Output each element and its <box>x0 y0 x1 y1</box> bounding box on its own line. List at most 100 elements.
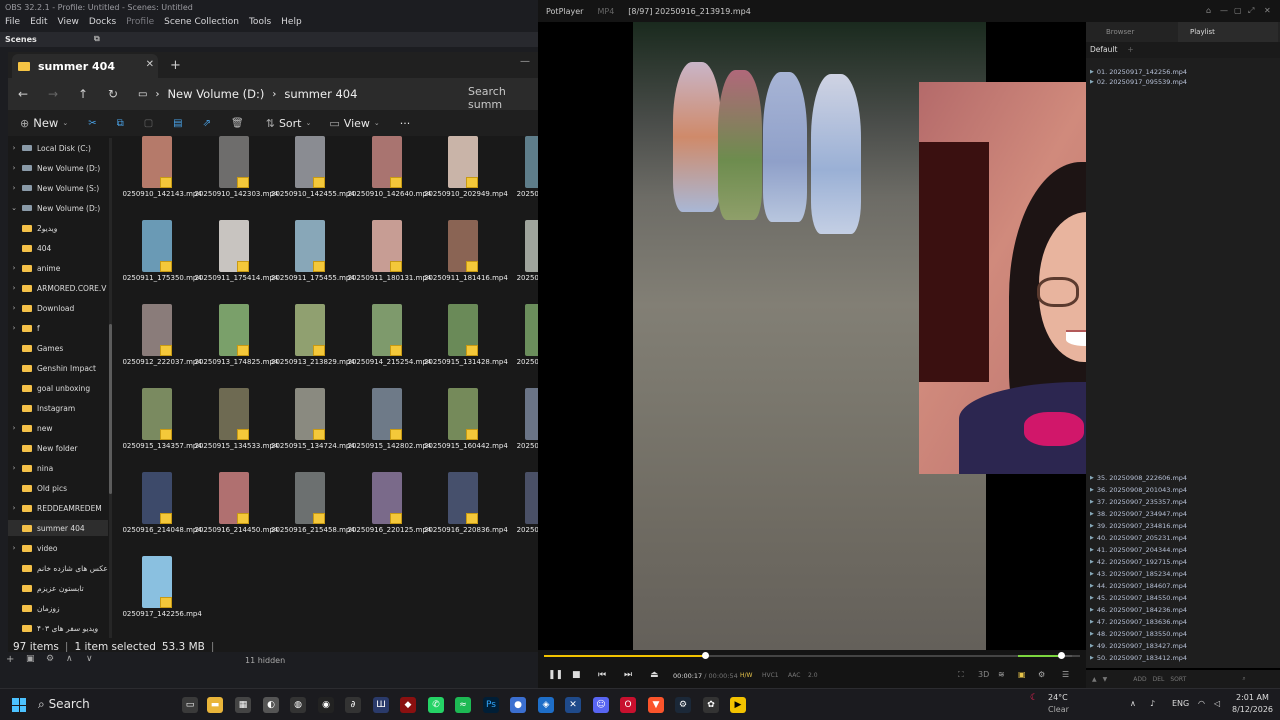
file-explorer-icon[interactable]: ▬ <box>207 697 223 713</box>
task-view-icon[interactable]: ▭ <box>182 697 198 713</box>
breadcrumb-drive[interactable]: New Volume (D:) <box>167 87 264 101</box>
nav-item[interactable]: › REDDEAMREDEM <box>8 500 108 516</box>
file-item[interactable]: 20250917_142256.mp4 <box>122 556 202 638</box>
audio-channels-badge[interactable]: 2.0 <box>808 672 818 679</box>
menu-icon[interactable]: ☰ <box>1062 670 1069 679</box>
chevron-right-icon[interactable]: › <box>8 304 20 312</box>
close-icon[interactable]: ✕ <box>1264 6 1271 15</box>
windows-start-icon[interactable] <box>12 698 26 712</box>
file-item[interactable]: 20250910_202949.mp4 <box>424 136 508 218</box>
app-icon[interactable]: ◍ <box>290 697 306 713</box>
previous-icon[interactable]: ⏮ <box>598 670 606 680</box>
whatsapp-icon[interactable]: ✆ <box>428 697 444 713</box>
file-item[interactable]: 20250916_220125.mp4 <box>348 472 431 554</box>
file-item[interactable]: 20250915_131428.mp4 <box>424 304 508 386</box>
playlist-item[interactable]: ▶ 42. 20250907_192715.mp4 <box>1086 556 1280 568</box>
volume-icon[interactable]: ◁ <box>1214 699 1220 708</box>
hw-decode-badge[interactable]: H/W <box>740 672 752 679</box>
search-icon[interactable]: ⌕ <box>1242 675 1245 683</box>
file-item[interactable]: 20250915_134533.mp4 <box>195 388 278 470</box>
playlist-item[interactable]: ▶ 50. 20250907_183412.mp4 <box>1086 652 1280 664</box>
file-item[interactable]: 20250910_142143.mp4 <box>122 136 202 218</box>
share-icon[interactable]: ⇗ <box>203 118 211 129</box>
playlist-item[interactable]: ▶ 40. 20250907_205231.mp4 <box>1086 532 1280 544</box>
audio-codec-badge[interactable]: AAC <box>788 672 800 679</box>
menu-view[interactable]: View <box>58 17 79 32</box>
chevron-right-icon[interactable]: › <box>8 504 20 512</box>
language-indicator[interactable]: ENG <box>1172 699 1189 708</box>
file-item[interactable]: 20250910_4. <box>505 136 540 218</box>
tab-browser[interactable]: Browser <box>1106 28 1134 36</box>
file-item[interactable]: 20250911_175414.mp4 <box>195 220 278 302</box>
weather-temp[interactable]: 24°C <box>1048 693 1068 702</box>
playlist-item[interactable]: ▶ 38. 20250907_234947.mp4 <box>1086 508 1280 520</box>
nav-item[interactable]: › anime <box>8 260 108 276</box>
fullscreen-icon[interactable]: ⤢ <box>1248 6 1254 16</box>
sort-button[interactable]: ⇅ Sort ⌄ <box>266 117 312 130</box>
clock-date[interactable]: 8/12/2026 <box>1232 705 1273 714</box>
playlist-item[interactable]: ▶ 39. 20250907_234816.mp4 <box>1086 520 1280 532</box>
file-item[interactable]: 20250914_215254.mp4 <box>348 304 431 386</box>
nav-item[interactable]: ⌄ New Volume (D:) <box>8 200 108 216</box>
playlist-up-icon[interactable]: ▲ <box>1092 676 1097 683</box>
app-icon[interactable]: ∂ <box>345 697 361 713</box>
nav-item[interactable]: 404 <box>8 240 108 256</box>
spotify-icon[interactable]: ≈ <box>455 697 471 713</box>
file-item[interactable]: 20250915_134724.mp4 <box>271 388 355 470</box>
nav-item[interactable]: › new <box>8 420 108 436</box>
playlist-item[interactable]: ▶ 46. 20250907_184236.mp4 <box>1086 604 1280 616</box>
app-icon[interactable]: ◈ <box>538 697 554 713</box>
menu-scene-collection[interactable]: Scene Collection <box>164 17 239 32</box>
playlist-item[interactable]: ▶ 02. 20250917_095539.mp4 <box>1086 76 1280 88</box>
capture-icon[interactable]: ▣ <box>1018 670 1026 679</box>
chevron-right-icon[interactable]: › <box>8 544 20 552</box>
opera-icon[interactable]: O <box>620 697 636 713</box>
file-item[interactable]: 20250916_215458.mp4 <box>271 472 355 554</box>
file-item[interactable]: 20250915_160442.mp4 <box>424 388 508 470</box>
nav-item[interactable]: Old pics <box>8 480 108 496</box>
file-item[interactable]: 20250911_175350.mp4 <box>122 220 202 302</box>
file-item[interactable]: 20250915_9. <box>505 304 540 386</box>
mic-icon[interactable]: ♪ <box>1150 699 1155 708</box>
nav-item[interactable]: ویدیو2 <box>8 220 108 236</box>
nav-item[interactable]: › ARMORED.CORE.V <box>8 280 108 296</box>
playlist-item[interactable]: ▶ 35. 20250908_222606.mp4 <box>1086 472 1280 484</box>
nav-item[interactable]: › New Volume (D:) <box>8 160 108 176</box>
nav-item[interactable]: › Download <box>8 300 108 316</box>
nav-item[interactable]: New folder <box>8 440 108 456</box>
nav-item[interactable]: ویدیو سفر های ۴۰۳ <box>8 620 108 636</box>
menu-help[interactable]: Help <box>281 17 302 32</box>
weather-icon[interactable]: ☾ <box>1030 693 1038 703</box>
playlist-item[interactable]: ▶ 44. 20250907_184607.mp4 <box>1086 580 1280 592</box>
nav-item[interactable]: Genshin Impact <box>8 360 108 376</box>
rename-icon[interactable]: ▤ <box>173 118 182 129</box>
playlist-item[interactable]: ▶ 37. 20250907_235357.mp4 <box>1086 496 1280 508</box>
minimize-icon[interactable]: — <box>1220 6 1228 15</box>
remove-scene-icon[interactable]: ▣ <box>26 654 35 664</box>
playlist-default-tab[interactable]: Default + <box>1086 42 1280 58</box>
volume-handle[interactable] <box>1058 652 1066 659</box>
next-icon[interactable]: ⏭ <box>624 670 632 680</box>
nav-item[interactable]: goal unboxing <box>8 380 108 396</box>
nav-item[interactable]: › f <box>8 320 108 336</box>
menu-edit[interactable]: Edit <box>30 17 47 32</box>
file-item[interactable]: 20250913_213829.mp4 <box>271 304 355 386</box>
search-input[interactable]: Search summ <box>468 85 540 111</box>
playlist-item[interactable]: ▶ 36. 20250908_201043.mp4 <box>1086 484 1280 496</box>
new-button[interactable]: ⊕ New ⌄ <box>20 116 68 130</box>
breadcrumb[interactable]: ▭ › New Volume (D:) › summer 404 <box>138 87 357 101</box>
pin-icon[interactable]: ⌂ <box>1206 6 1211 15</box>
chatgpt-icon[interactable]: ✿ <box>703 697 719 713</box>
file-item[interactable]: 20250915_9. <box>505 388 540 470</box>
playlist-delete-button[interactable]: DEL <box>1153 676 1165 683</box>
chevron-right-icon[interactable]: › <box>8 424 20 432</box>
chevron-right-icon[interactable]: › <box>8 164 20 172</box>
menu-profile[interactable]: Profile <box>126 17 154 32</box>
add-scene-icon[interactable]: + <box>6 654 14 665</box>
playlist-item[interactable]: ▶ 48. 20250907_183550.mp4 <box>1086 628 1280 640</box>
eject-icon[interactable]: ⏏ <box>650 670 659 680</box>
more-options-button[interactable]: ··· <box>400 117 411 130</box>
close-tab-icon[interactable]: ✕ <box>146 59 154 70</box>
file-item[interactable]: 20250911_175455.mp4 <box>271 220 355 302</box>
seek-handle[interactable] <box>701 652 709 659</box>
